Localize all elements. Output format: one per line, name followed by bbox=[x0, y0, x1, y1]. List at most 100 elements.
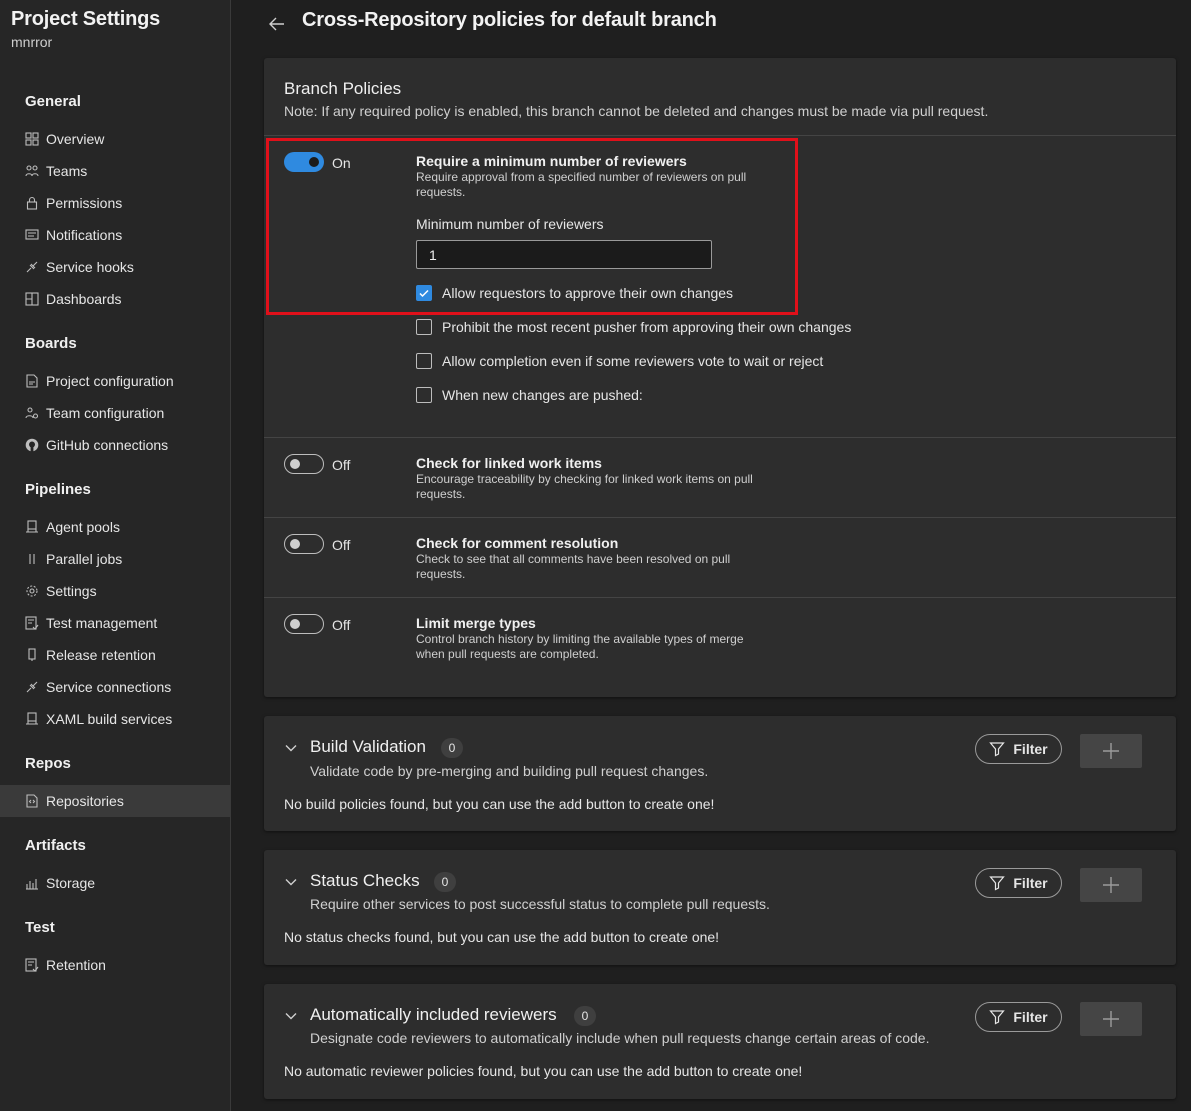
checkbox-unchecked[interactable] bbox=[416, 353, 432, 369]
divider bbox=[264, 597, 1176, 598]
prohibit-recent-pusher-checkbox[interactable]: Prohibit the most recent pusher from app… bbox=[416, 318, 851, 336]
filter-label: Filter bbox=[1013, 741, 1048, 757]
comment-resolution-policy-desc: Check to see that all comments have been… bbox=[416, 552, 731, 581]
branch-policies-card: Branch Policies Note: If any required po… bbox=[264, 58, 1176, 697]
sidebar-item-label: Settings bbox=[46, 583, 97, 599]
section-heading-boards: Boards bbox=[25, 335, 77, 352]
comment-resolution-policy-title: Check for comment resolution bbox=[416, 535, 619, 551]
linked-work-items-toggle[interactable] bbox=[284, 454, 324, 474]
teams-icon bbox=[25, 164, 39, 178]
sidebar-item-parallel-jobs[interactable]: Parallel jobs bbox=[0, 543, 231, 575]
when-new-changes-pushed-checkbox[interactable]: When new changes are pushed: bbox=[416, 386, 643, 404]
toggle-knob bbox=[309, 157, 319, 167]
release-retention-icon bbox=[25, 648, 39, 662]
min-reviewers-input[interactable] bbox=[416, 240, 712, 269]
chevron-down-icon[interactable] bbox=[284, 875, 298, 889]
sidebar-item-agent-pools[interactable]: Agent pools bbox=[0, 511, 231, 543]
checkbox-unchecked[interactable] bbox=[416, 319, 432, 335]
sidebar-item-service-connections[interactable]: Service connections bbox=[0, 671, 231, 703]
sidebar-item-label: Retention bbox=[46, 957, 106, 973]
service-connections-icon bbox=[25, 680, 39, 694]
allow-requestors-approve-checkbox[interactable]: Allow requestors to approve their own ch… bbox=[416, 284, 733, 302]
add-button[interactable] bbox=[1080, 868, 1142, 902]
section-heading-artifacts: Artifacts bbox=[25, 837, 86, 854]
limit-merge-types-policy-title: Limit merge types bbox=[416, 615, 536, 631]
sidebar-item-label: Dashboards bbox=[46, 291, 122, 307]
sidebar-item-notifications[interactable]: Notifications bbox=[0, 219, 231, 251]
sidebar-item-label: Overview bbox=[46, 131, 105, 147]
sidebar-item-xaml-build-services[interactable]: XAML build services bbox=[0, 703, 231, 735]
checkbox-label: Allow requestors to approve their own ch… bbox=[442, 285, 734, 301]
status-checks-card: Status Checks 0 Require other services t… bbox=[264, 850, 1176, 965]
branch-policies-note: Note: If any required policy is enabled,… bbox=[284, 103, 989, 119]
auto-reviewers-card: Automatically included reviewers 0 Desig… bbox=[264, 984, 1176, 1099]
checkbox-checked[interactable] bbox=[416, 285, 432, 301]
filter-button[interactable]: Filter bbox=[975, 868, 1062, 898]
sidebar-item-dashboards[interactable]: Dashboards bbox=[0, 283, 231, 315]
back-arrow-icon[interactable] bbox=[266, 13, 288, 35]
min-reviewers-policy-title: Require a minimum number of reviewers bbox=[416, 153, 687, 169]
notifications-icon bbox=[25, 228, 39, 242]
build-validation-card: Build Validation 0 Validate code by pre-… bbox=[264, 716, 1176, 831]
chevron-down-icon[interactable] bbox=[284, 1009, 298, 1023]
filter-label: Filter bbox=[1013, 875, 1048, 891]
filter-label: Filter bbox=[1013, 1009, 1048, 1025]
lock-icon bbox=[25, 196, 39, 210]
sidebar-item-label: Storage bbox=[46, 875, 96, 891]
sidebar-item-permissions[interactable]: Permissions bbox=[0, 187, 231, 219]
sidebar-item-team-configuration[interactable]: Team configuration bbox=[0, 397, 231, 429]
allow-completion-checkbox[interactable]: Allow completion even if some reviewers … bbox=[416, 352, 823, 370]
divider bbox=[264, 437, 1176, 438]
sidebar-item-label: Parallel jobs bbox=[46, 551, 123, 567]
sidebar-item-teams[interactable]: Teams bbox=[0, 155, 231, 187]
filter-button[interactable]: Filter bbox=[975, 1002, 1062, 1032]
sidebar-item-project-configuration[interactable]: Project configuration bbox=[0, 365, 231, 397]
limit-merge-types-toggle-state: Off bbox=[332, 617, 351, 633]
checkbox-unchecked[interactable] bbox=[416, 387, 432, 403]
gear-icon bbox=[25, 584, 39, 598]
team-configuration-icon bbox=[25, 406, 39, 420]
sidebar-item-label: Repositories bbox=[46, 793, 124, 809]
sidebar-item-label: Service hooks bbox=[46, 259, 134, 275]
chevron-down-icon[interactable] bbox=[284, 741, 298, 755]
count-badge: 0 bbox=[434, 872, 456, 892]
service-hooks-icon bbox=[25, 260, 39, 274]
filter-button[interactable]: Filter bbox=[975, 734, 1062, 764]
min-reviewers-policy-desc: Require approval from a specified number… bbox=[416, 170, 747, 199]
sidebar-item-retention[interactable]: Retention bbox=[0, 949, 231, 981]
sidebar-item-settings[interactable]: Settings bbox=[0, 575, 231, 607]
filter-icon bbox=[989, 1010, 1006, 1025]
min-reviewers-toggle[interactable] bbox=[284, 152, 324, 172]
project-configuration-icon bbox=[25, 374, 39, 388]
add-button[interactable] bbox=[1080, 734, 1142, 768]
add-button[interactable] bbox=[1080, 1002, 1142, 1036]
sidebar-item-overview[interactable]: Overview bbox=[0, 123, 231, 155]
sidebar-item-service-hooks[interactable]: Service hooks bbox=[0, 251, 231, 283]
sidebar-item-label: Agent pools bbox=[46, 519, 120, 535]
sidebar-item-github-connections[interactable]: GitHub connections bbox=[0, 429, 231, 461]
sidebar-item-test-management[interactable]: Test management bbox=[0, 607, 231, 639]
linked-work-items-toggle-state: Off bbox=[332, 457, 351, 473]
min-reviewers-field-label: Minimum number of reviewers bbox=[416, 216, 604, 232]
count-badge: 0 bbox=[441, 738, 463, 758]
limit-merge-types-toggle[interactable] bbox=[284, 614, 324, 634]
sidebar-item-repositories[interactable]: Repositories bbox=[0, 785, 231, 817]
toggle-knob bbox=[290, 619, 300, 629]
agent-pools-icon bbox=[25, 520, 39, 534]
test-management-icon bbox=[25, 616, 39, 630]
sidebar-item-release-retention[interactable]: Release retention bbox=[0, 639, 231, 671]
sidebar-item-label: Permissions bbox=[46, 195, 123, 211]
sidebar-item-label: Service connections bbox=[46, 679, 172, 695]
section-heading-pipelines: Pipelines bbox=[25, 481, 91, 498]
count-badge: 0 bbox=[574, 1006, 596, 1026]
organization-name: mnrror bbox=[11, 34, 53, 50]
build-validation-empty-message: No build policies found, but you can use… bbox=[284, 796, 715, 812]
comment-resolution-toggle[interactable] bbox=[284, 534, 324, 554]
plus-icon bbox=[1103, 877, 1119, 893]
divider bbox=[264, 135, 1176, 136]
sidebar-item-label: Team configuration bbox=[46, 405, 165, 421]
github-icon bbox=[25, 438, 39, 452]
checkbox-label: Prohibit the most recent pusher from app… bbox=[442, 319, 852, 335]
sidebar-item-storage[interactable]: Storage bbox=[0, 867, 231, 899]
project-settings-title: Project Settings bbox=[11, 8, 161, 30]
